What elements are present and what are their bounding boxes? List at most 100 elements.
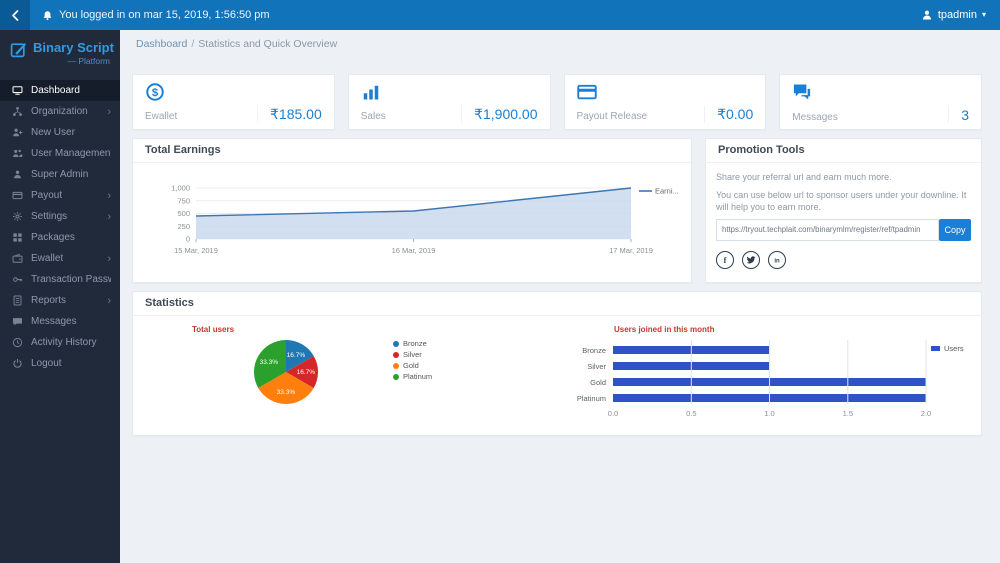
login-message-text: You logged in on mar 15, 2019, 1:56:50 p…: [59, 9, 270, 21]
svg-text:16 Mar, 2019: 16 Mar, 2019: [392, 246, 436, 255]
svg-text:16.7%: 16.7%: [297, 369, 316, 376]
svg-text:0: 0: [186, 235, 190, 244]
svg-text:15 Mar, 2019: 15 Mar, 2019: [174, 246, 218, 255]
promotion-tools-card: Promotion Tools Share your referral url …: [705, 138, 982, 283]
copy-button[interactable]: Copy: [939, 219, 971, 241]
svg-text:250: 250: [177, 222, 190, 231]
svg-text:Bronze: Bronze: [582, 346, 606, 355]
ewallet-icon: [12, 253, 23, 264]
svg-text:$: $: [152, 87, 159, 99]
chevron-right-icon: ›: [107, 254, 111, 264]
stat-card-payout-release: Payout Release₹0.00: [564, 74, 767, 130]
sidebar-item-messages[interactable]: Messages: [0, 311, 120, 332]
sidebar-item-label: Transaction Password: [31, 274, 111, 285]
facebook-icon[interactable]: f: [716, 251, 734, 269]
svg-text:f: f: [724, 256, 727, 265]
pie-legend: BronzeSilverGoldPlatinum: [393, 338, 432, 382]
sidebar-item-reports[interactable]: Reports›: [0, 290, 120, 311]
breadcrumb-dashboard[interactable]: Dashboard: [136, 38, 187, 50]
svg-text:33.3%: 33.3%: [260, 359, 279, 366]
sidebar-item-activity-history[interactable]: Activity History: [0, 332, 120, 353]
pie-legend-item: Platinum: [393, 371, 432, 382]
promotion-line-2: You can use below url to sponsor users u…: [716, 189, 971, 213]
user-management-icon: [12, 148, 23, 159]
sidebar-item-label: Messages: [31, 316, 77, 327]
organization-icon: [12, 106, 23, 117]
stat-value: 3: [948, 107, 969, 123]
sidebar-item-label: Organization: [31, 106, 88, 117]
svg-text:0.0: 0.0: [608, 409, 618, 418]
logo-icon: [10, 41, 27, 58]
sidebar-menu: Dashboard Organization › New User User Manag…: [0, 80, 120, 374]
sidebar-item-user-management[interactable]: User Management: [0, 143, 120, 164]
sidebar-item-super-admin[interactable]: Super Admin: [0, 164, 120, 185]
username: tpadmin: [938, 9, 977, 21]
sidebar-item-label: Ewallet: [31, 253, 63, 264]
bell-icon[interactable]: [42, 10, 53, 21]
activity-history-icon: [12, 337, 23, 348]
pie-legend-item: Bronze: [393, 338, 432, 349]
users-joined-bar-chart: 0.00.51.01.52.0BronzeSilverGoldPlatinum: [513, 332, 953, 432]
transaction-password-icon: [12, 274, 23, 285]
chevron-right-icon: ›: [107, 191, 111, 201]
promotion-line-1: Share your referral url and earn much mo…: [716, 171, 971, 183]
earnings-area-chart: 02505007501,00015 Mar, 201916 Mar, 20191…: [133, 163, 691, 284]
payout-icon: [12, 190, 23, 201]
svg-text:in: in: [774, 259, 780, 265]
sidebar-item-organization[interactable]: Organization ›: [0, 101, 120, 122]
sidebar-item-packages[interactable]: Packages: [0, 227, 120, 248]
stat-value: ₹1,900.00: [461, 106, 537, 123]
bar-chart-icon: [361, 82, 381, 102]
svg-text:1.0: 1.0: [764, 409, 774, 418]
stat-card-messages: Messages3: [779, 74, 982, 130]
chevron-down-icon: ▾: [982, 11, 986, 19]
sidebar-item-label: Packages: [31, 232, 75, 243]
chat-icon: [792, 82, 812, 102]
total-earnings-card: Total Earnings 02505007501,00015 Mar, 20…: [132, 138, 692, 283]
dashboard-icon: [12, 85, 23, 96]
sidebar-item-dashboard[interactable]: Dashboard: [0, 80, 120, 101]
sidebar-item-transaction-password[interactable]: Transaction Password: [0, 269, 120, 290]
stat-card-sales: Sales₹1,900.00: [348, 74, 551, 130]
reports-icon: [12, 295, 23, 306]
promotion-tools-header: Promotion Tools: [706, 139, 981, 163]
svg-text:750: 750: [177, 196, 190, 205]
logout-icon: [12, 358, 23, 369]
user-menu[interactable]: tpadmin ▾: [921, 9, 986, 21]
statistics-header: Statistics: [133, 292, 981, 316]
stat-value: ₹185.00: [257, 106, 322, 123]
back-button[interactable]: [0, 0, 30, 30]
svg-text:500: 500: [177, 209, 190, 218]
sidebar-item-settings[interactable]: Settings›: [0, 206, 120, 227]
chevron-right-icon: ›: [107, 107, 111, 117]
svg-text:Platinum: Platinum: [577, 394, 606, 403]
brand: Binary Script — Platform: [0, 30, 120, 74]
stat-value: ₹0.00: [704, 106, 753, 123]
sidebar-item-label: New User: [31, 127, 75, 138]
sidebar-item-logout[interactable]: Logout: [0, 353, 120, 374]
breadcrumb: Dashboard/Statistics and Quick Overview: [136, 38, 337, 50]
twitter-icon[interactable]: [742, 251, 760, 269]
svg-text:Gold: Gold: [590, 378, 606, 387]
svg-text:Silver: Silver: [587, 362, 606, 371]
messages-icon: [12, 316, 23, 327]
social-icons-row: f in: [716, 251, 971, 269]
sidebar-item-ewallet[interactable]: Ewallet ›: [0, 248, 120, 269]
pie-legend-item: Gold: [393, 360, 432, 371]
promotion-body: Share your referral url and earn much mo…: [706, 163, 981, 277]
chevron-left-icon: [9, 9, 22, 22]
referral-url-input[interactable]: https://tryout.techplait.com/binarymlm/r…: [716, 219, 939, 241]
settings-icon: [12, 211, 23, 222]
sidebar-item-label: Settings: [31, 211, 67, 222]
sidebar-item-new-user[interactable]: New User: [0, 122, 120, 143]
sidebar-item-payout[interactable]: Payout ›: [0, 185, 120, 206]
main-content: Dashboard/Statistics and Quick Overview …: [120, 30, 1000, 563]
total-users-pie-chart: 16.7%16.7%33.3%33.3%: [246, 332, 326, 412]
statistics-card: Statistics Total users 16.7%16.7%33.3%33…: [132, 291, 982, 436]
sidebar-item-label: Payout: [31, 190, 62, 201]
svg-text:0.5: 0.5: [686, 409, 696, 418]
linkedin-icon[interactable]: in: [768, 251, 786, 269]
credit-card-icon: [577, 82, 597, 102]
stat-cards-row: $Ewallet₹185.00Sales₹1,900.00Payout Rele…: [132, 74, 982, 130]
dollar-coin-icon: $: [145, 82, 165, 102]
